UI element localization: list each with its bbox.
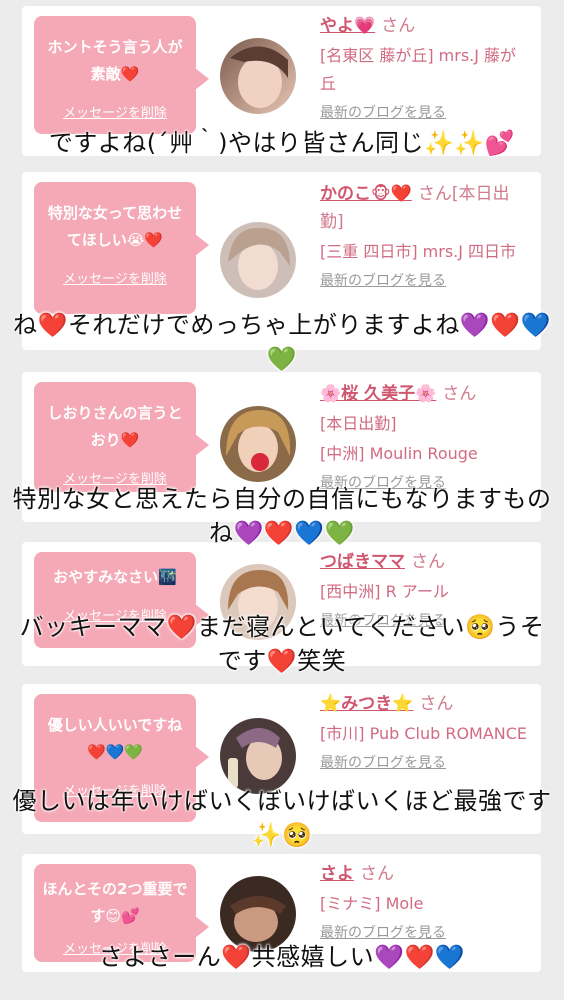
avatar[interactable] [220, 718, 296, 794]
view-latest-blog-link[interactable]: 最新のブログを見る [320, 752, 532, 772]
message-text: ほんとその2つ重要です😊💕 [42, 880, 188, 925]
message-feed: ホントそう言う人が素敵❤️ メッセージを削除 やよ💗 さん [名東区 藤が丘] m… [0, 0, 564, 1000]
view-latest-blog-link[interactable]: 最新のブログを見る [320, 102, 532, 122]
view-latest-blog-link[interactable]: 最新のブログを見る [320, 922, 532, 942]
sender-name-link[interactable]: さよ [320, 864, 354, 884]
message-text: おやすみなさい🌃 [53, 568, 177, 586]
reply-caption: バッキーママ❤️まだ寝んといてください🥺うそです❤️笑笑 [19, 613, 545, 675]
message-bubble: しおりさんの言うとおり❤️ メッセージを削除 [34, 382, 209, 492]
message-bubble: ホントそう言う人が素敵❤️ メッセージを削除 [34, 16, 209, 134]
sender-info: ⭐みつき⭐ さん [市川] Pub Club ROMANCE 最新のブログを見る [320, 690, 532, 772]
status-text: [本日出勤] [320, 414, 397, 433]
avatar-photo-icon [220, 222, 296, 298]
message-bubble: 特別な女って思わせてほしい😭❤️ メッセージを削除 [34, 182, 209, 314]
reply-caption: ね❤️それだけでめっちゃ上がりますよね💜❤️💙💚 [12, 311, 552, 373]
shop-info: [西中洲] R アール [320, 582, 449, 601]
sender-name-link[interactable]: つばきママ [320, 552, 405, 572]
message-text: 優しい人いいですね❤️💙💚 [47, 716, 183, 761]
honorific: さん [442, 384, 477, 404]
reply-caption: 優しいは年いけばいくぼいけばいくほど最強です✨🥺 [12, 787, 552, 849]
sender-name-link[interactable]: かのこ🐵❤️ [320, 184, 412, 204]
message-text: しおりさんの言うとおり❤️ [47, 404, 183, 449]
avatar[interactable] [220, 38, 296, 114]
message-text: ホントそう言う人が素敵❤️ [47, 38, 183, 83]
shop-info: [市川] Pub Club ROMANCE [320, 724, 528, 743]
honorific: さん [360, 864, 394, 884]
shop-info: [中洲] Moulin Rouge [320, 444, 478, 463]
view-latest-blog-link[interactable]: 最新のブログを見る [320, 270, 532, 290]
avatar[interactable] [220, 406, 296, 482]
sender-name-link[interactable]: やよ💗 [320, 16, 375, 36]
sender-info: 🌸桜 久美子🌸 さん [本日出勤] [中洲] Moulin Rouge 最新のブロ… [320, 380, 532, 492]
sender-name-link[interactable]: ⭐みつき⭐ [320, 694, 413, 714]
delete-message-link[interactable]: メッセージを削除 [34, 268, 196, 287]
message-text: 特別な女って思わせてほしい😭❤️ [47, 204, 183, 249]
avatar[interactable] [220, 222, 296, 298]
shop-info: [名東区 藤が丘] mrs.J 藤が丘 [320, 46, 517, 93]
avatar-photo-icon [220, 718, 296, 794]
honorific: さん [419, 694, 454, 714]
sender-info: かのこ🐵❤️ さん[本日出勤] [三重 四日市] mrs.J 四日市 最新のブログ… [320, 180, 532, 290]
delete-message-link[interactable]: メッセージを削除 [34, 102, 196, 121]
shop-info: [ミナミ] Mole [320, 894, 424, 913]
honorific: さん [381, 16, 416, 36]
sender-info: さよ さん [ミナミ] Mole 最新のブログを見る [320, 860, 532, 942]
avatar-photo-icon [220, 406, 296, 482]
reply-caption: ですよね(´艸｀)やはり皆さん同じ✨✨💕 [48, 129, 516, 157]
reply-caption: さよさーん❤️共感嬉しい💜❤️💙 [98, 943, 466, 971]
reply-caption: 特別な女と思えたら自分の自信にもなりますものね💜❤️💙💚 [12, 485, 552, 547]
sender-info: やよ💗 さん [名東区 藤が丘] mrs.J 藤が丘 最新のブログを見る [320, 12, 532, 122]
sender-name-link[interactable]: 🌸桜 久美子🌸 [320, 384, 436, 404]
shop-info: [三重 四日市] mrs.J 四日市 [320, 242, 517, 261]
honorific: さん [411, 552, 445, 572]
avatar-photo-icon [220, 38, 296, 114]
